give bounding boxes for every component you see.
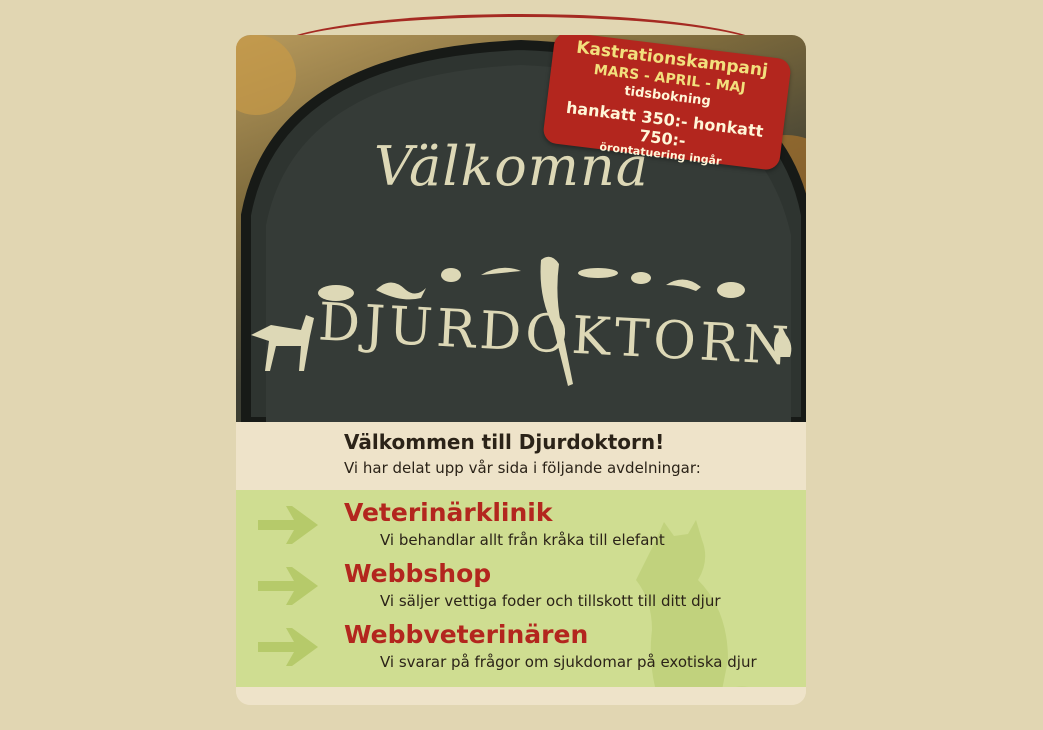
section-webbshop[interactable]: Webbshop Vi säljer vettiga foder och til… bbox=[236, 555, 806, 615]
footer-strip bbox=[236, 687, 806, 705]
arrow-right-icon bbox=[258, 506, 318, 544]
intro-block: Välkommen till Djurdoktorn! Vi har delat… bbox=[236, 422, 806, 490]
section-title[interactable]: Veterinärklinik bbox=[344, 498, 553, 527]
arrow-right-icon bbox=[258, 628, 318, 666]
section-description: Vi säljer vettiga foder och tillskott ti… bbox=[380, 592, 721, 610]
arrow-right-icon bbox=[258, 567, 318, 605]
section-title[interactable]: Webbveterinären bbox=[344, 620, 588, 649]
intro-title: Välkommen till Djurdoktorn! bbox=[344, 430, 665, 454]
intro-subtitle: Vi har delat upp vår sida i följande avd… bbox=[344, 459, 701, 477]
hero-sign-photo: Välkomna DJURDOKTORN Kastrationskampanj … bbox=[236, 35, 806, 422]
section-description: Vi svarar på frågor om sjukdomar på exot… bbox=[380, 653, 757, 671]
sections-panel: Veterinärklinik Vi behandlar allt från k… bbox=[236, 490, 806, 687]
section-veterinarklinik[interactable]: Veterinärklinik Vi behandlar allt från k… bbox=[236, 494, 806, 554]
section-description: Vi behandlar allt från kråka till elefan… bbox=[380, 531, 665, 549]
section-title[interactable]: Webbshop bbox=[344, 559, 491, 588]
section-webbveterinaren[interactable]: Webbveterinären Vi svarar på frågor om s… bbox=[236, 616, 806, 676]
main-card: Välkomna DJURDOKTORN Kastrationskampanj … bbox=[236, 35, 806, 705]
promo-badge[interactable]: Kastrationskampanj MARS - APRIL - MAJ ti… bbox=[542, 35, 792, 172]
